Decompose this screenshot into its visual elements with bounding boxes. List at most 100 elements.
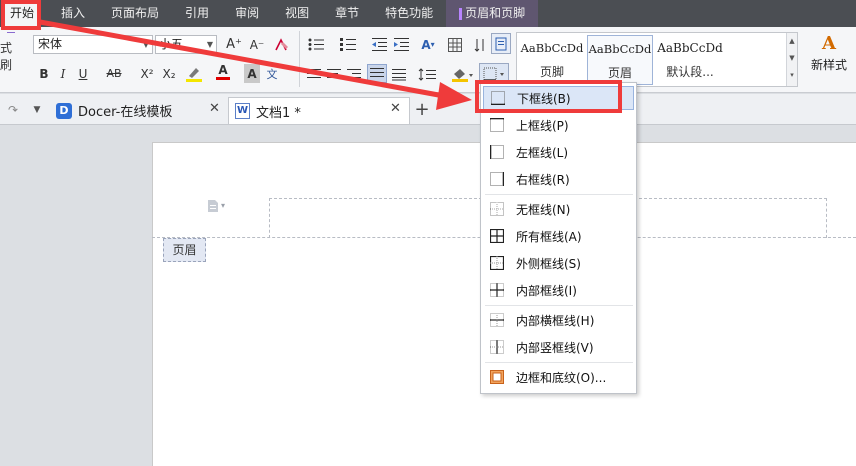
font-color-button[interactable]: A [214,62,232,81]
align-right-icon[interactable] [346,65,362,84]
menu-item-label: 无框线(N) [516,202,571,217]
menu-item-label: 边框和底纹(O)... [516,370,607,385]
menu-separator [485,194,633,195]
subscript-button[interactable]: X₂ [160,64,178,83]
all-borders-icon [490,229,504,243]
format-painter-label: 式刷 [0,41,13,72]
menu-item-label: 所有框线(A) [516,229,582,244]
style-sample: AaBbCcDd [588,42,652,56]
menu-item-inside-borders[interactable]: 内部框线(I) [483,278,634,302]
line-spacing-icon[interactable] [416,65,440,84]
annotation-box-bottom-border [475,80,622,113]
menu-item-outside-borders[interactable]: 外侧框线(S) [483,251,634,275]
tab-docer-templates[interactable]: D Docer-在线模板 [50,97,230,124]
style-footer[interactable]: AaBbCcDd 页脚 [519,35,585,85]
new-style-button[interactable]: A 新样式 [804,33,854,73]
menu-item-label: 内部框线(I) [516,283,577,298]
superscript-button[interactable]: X² [138,64,156,83]
new-tab-button[interactable]: + [412,99,432,120]
tab-label: 文档1 * [256,105,301,121]
bullet-list-icon[interactable] [306,35,326,54]
menu-separator [485,305,633,306]
font-name-value: 宋体 [38,37,63,51]
menu-item-label: 外侧框线(S) [516,256,581,271]
style-default-paragraph[interactable]: AaBbCcDd 默认段... [655,35,725,85]
bold-button[interactable]: B [36,64,52,83]
style-gallery: AaBbCcDd 页脚 AaBbCcDd 页眉 AaBbCcDd 默认段... … [516,32,798,87]
menu-item-no-border[interactable]: 无框线(N) [483,197,634,221]
top-border-icon [490,118,504,132]
font-color-glyph: A [218,63,228,77]
underline-button[interactable]: U [75,64,91,83]
style-sample: AaBbCcDd [657,41,723,55]
increase-indent-icon[interactable] [392,35,410,54]
expand-gallery-icon[interactable]: ▾ [787,67,797,84]
shrink-font-button[interactable]: A⁻ [248,35,266,54]
left-border-icon [490,145,504,159]
menu-item-left-border[interactable]: 左框线(L) [483,140,634,164]
shading-icon[interactable] [449,65,475,84]
style-name: 页脚 [539,65,564,79]
text-effect-icon[interactable]: A ▾ [416,35,440,54]
menu-item-inside-vertical-border[interactable]: 内部竖框线(V) [483,335,634,359]
menu-item-inside-horizontal-border[interactable]: 内部横框线(H) [483,308,634,332]
close-icon[interactable]: ✕ [390,101,401,116]
chevron-down-icon: ▼ [142,40,149,49]
menu-special-features[interactable]: 特色功能 [372,0,446,27]
word-doc-icon: W [235,103,250,119]
page-options-icon[interactable]: ▾ [203,196,229,215]
document-tab-bar: ↷ ▼ D Docer-在线模板 ✕ W 文档1 * ✕ + [0,94,856,125]
grow-font-button[interactable]: A⁺ [225,35,243,54]
strikethrough-button[interactable]: AB [104,64,124,83]
menu-review[interactable]: 审阅 [222,0,272,27]
border-dropdown-menu: 下框线(B) 上框线(P) 左框线(L) 右框线(R) 无框线(N) 所有框线(… [480,82,637,394]
tab-list-dropdown-icon[interactable]: ▼ [30,100,44,119]
font-size-select[interactable]: 小五 ▼ [155,35,217,54]
right-border-icon [490,172,504,186]
menu-view[interactable]: 视图 [272,0,322,27]
menu-references[interactable]: 引用 [172,0,222,27]
format-painter-icon [7,32,15,33]
distributed-align-icon[interactable] [390,65,408,84]
style-header[interactable]: AaBbCcDd 页眉 [587,35,653,85]
style-gallery-scrollbar[interactable]: ▲ ▼ ▾ [786,33,797,86]
align-left-icon[interactable] [306,65,322,84]
menu-insert[interactable]: 插入 [48,0,98,27]
chevron-down-icon: ▼ [206,40,213,49]
sort-icon[interactable] [472,35,488,54]
new-style-label: 新样式 [810,58,847,72]
scroll-up-icon[interactable]: ▲ [787,33,797,50]
menu-item-all-borders[interactable]: 所有框线(A) [483,224,634,248]
format-painter-button[interactable]: 式刷 [0,31,22,73]
menu-item-right-border[interactable]: 右框线(R) [483,167,634,191]
table-icon[interactable] [446,35,464,54]
char-shading-button[interactable]: A [244,64,260,83]
decrease-indent-icon[interactable] [370,35,388,54]
italic-button[interactable]: I [56,64,70,83]
menu-item-borders-and-shading[interactable]: 边框和底纹(O)... [483,365,634,389]
menu-item-label: 上框线(P) [516,118,569,133]
ribbon-divider [299,31,300,87]
show-marks-icon[interactable] [491,33,511,54]
menu-item-label: 内部横框线(H) [516,313,595,328]
docer-logo-icon: D [56,102,72,119]
inside-borders-icon [490,283,504,297]
highlight-icon[interactable] [183,64,205,83]
pinyin-guide-button[interactable]: 文 [264,64,280,83]
font-name-select[interactable]: 宋体 ▼ [33,35,153,54]
tab-document-1[interactable]: W 文档1 * [228,97,410,124]
clear-format-icon[interactable] [272,35,292,54]
scroll-down-icon[interactable]: ▼ [787,50,797,67]
menu-chapter[interactable]: 章节 [322,0,372,27]
justify-icon[interactable] [367,64,387,83]
menu-item-label: 左框线(L) [516,145,569,160]
numbered-list-icon[interactable] [338,35,358,54]
font-size-value: 小五 [159,37,184,51]
align-center-icon[interactable] [326,65,342,84]
menu-page-layout[interactable]: 页面布局 [98,0,172,27]
outside-borders-icon [490,256,504,270]
close-icon[interactable]: ✕ [209,101,220,116]
menu-header-footer[interactable]: 页眉和页脚 [446,0,539,27]
menu-item-top-border[interactable]: 上框线(P) [483,113,634,137]
redo-icon[interactable]: ↷ [6,100,20,119]
